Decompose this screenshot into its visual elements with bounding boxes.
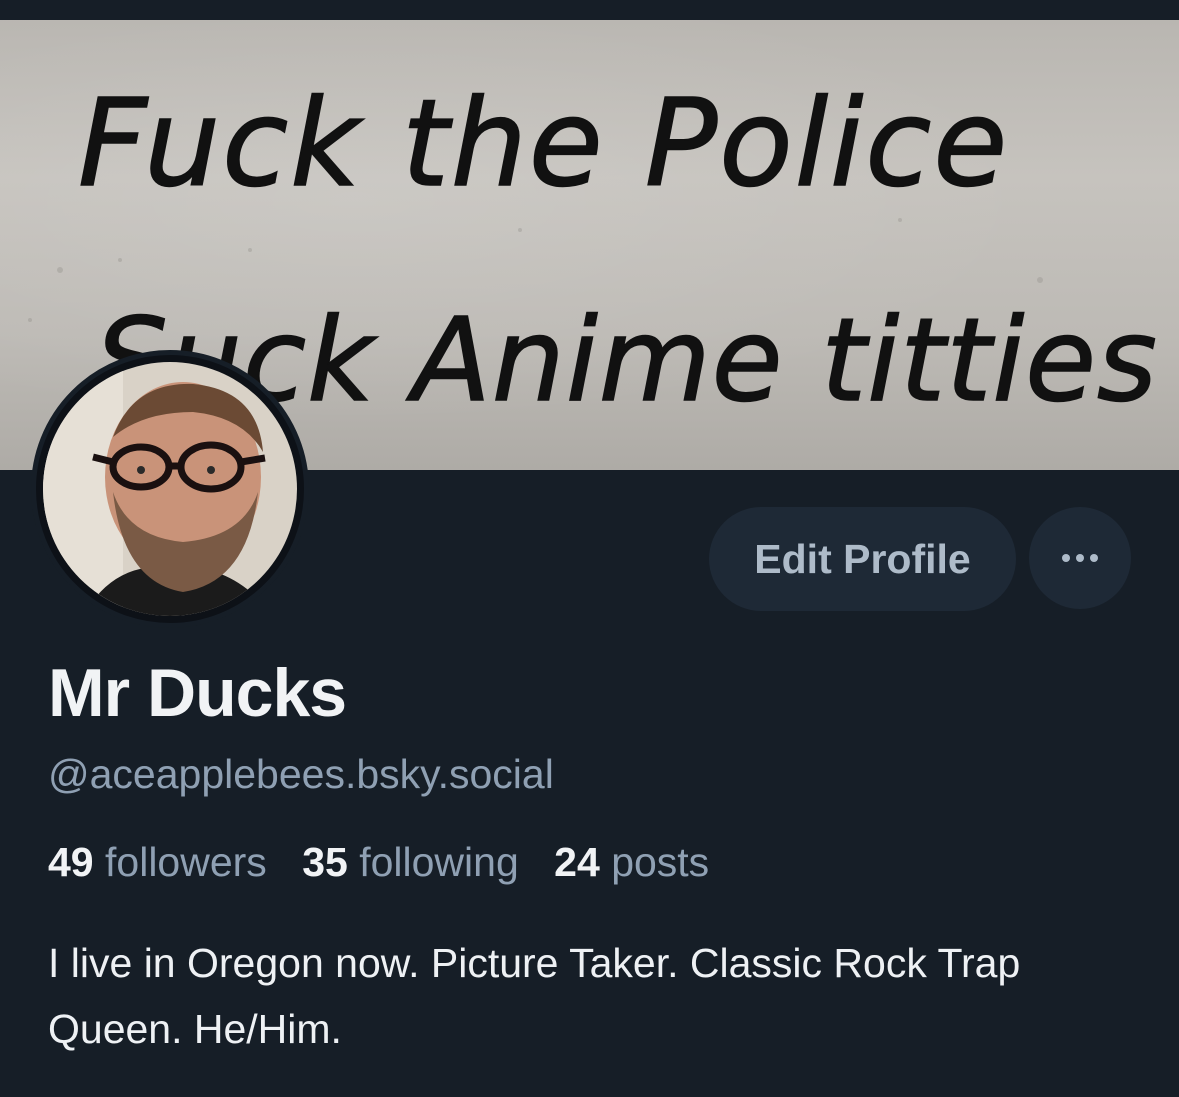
profile-handle: @aceapplebees.bsky.social [48,751,554,797]
followers-label: followers [105,839,267,885]
profile-bio: I live in Oregon now. Picture Taker. Cla… [48,940,1021,1052]
edit-profile-label: Edit Profile [754,535,971,582]
posts-stat: 24 posts [554,839,709,885]
following-count: 35 [302,839,348,885]
posts-count: 24 [554,839,600,885]
avatar[interactable] [31,350,309,628]
graffiti-line-1: Fuck the Police [78,75,1009,214]
following-label: following [359,839,519,885]
edit-profile-button[interactable]: Edit Profile [709,507,1016,611]
avatar-photo [43,362,297,616]
followers-count: 49 [48,839,94,885]
following-stat[interactable]: 35 following [302,839,519,885]
followers-stat[interactable]: 49 followers [48,839,267,885]
top-bar [0,0,1179,20]
profile-stats: 49 followers 35 following 24 posts [48,834,733,890]
more-options-button[interactable] [1029,507,1131,609]
posts-label: posts [611,839,710,885]
display-name: Mr Ducks [48,655,347,731]
more-horizontal-icon [1062,554,1098,562]
